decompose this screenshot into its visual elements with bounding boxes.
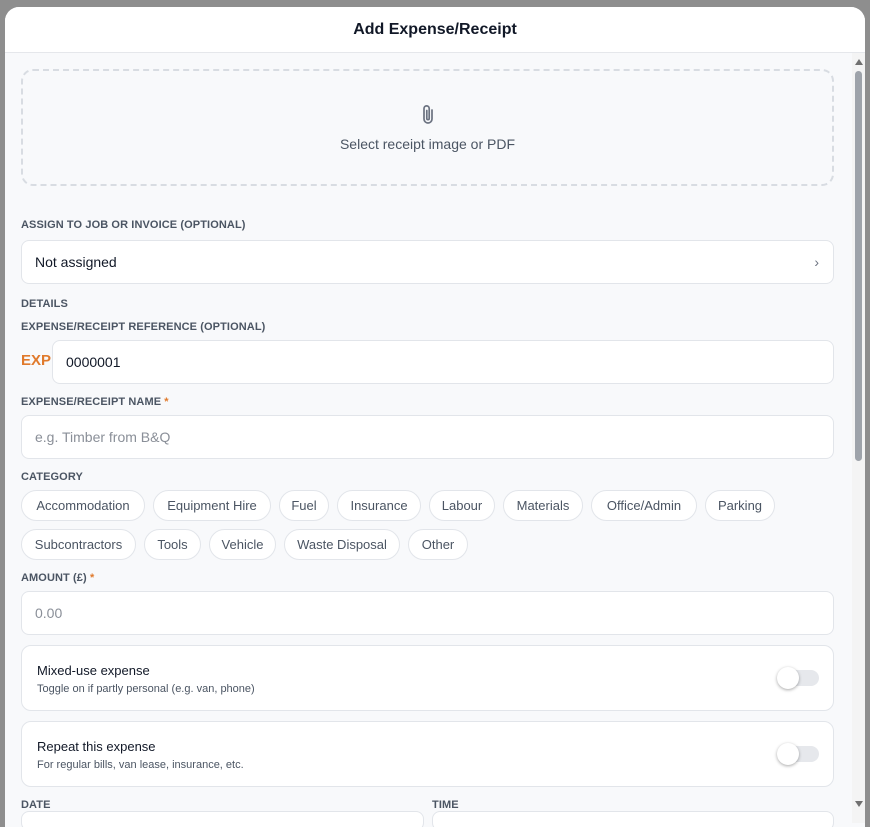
name-placeholder: e.g. Timber from B&Q bbox=[35, 429, 171, 445]
modal-title: Add Expense/Receipt bbox=[353, 20, 517, 38]
mixed-use-title: Mixed-use expense bbox=[37, 663, 150, 678]
mixed-use-toggle[interactable] bbox=[777, 667, 819, 689]
assign-value: Not assigned bbox=[35, 254, 117, 270]
amount-placeholder: 0.00 bbox=[35, 605, 63, 621]
category-office-admin[interactable]: Office/Admin bbox=[591, 490, 697, 521]
reference-value: 0000001 bbox=[66, 354, 121, 370]
category-fuel[interactable]: Fuel bbox=[279, 490, 329, 521]
required-mark: * bbox=[164, 396, 169, 408]
category-insurance[interactable]: Insurance bbox=[337, 490, 421, 521]
repeat-toggle[interactable] bbox=[777, 743, 819, 765]
amount-input[interactable]: 0.00 bbox=[21, 591, 834, 635]
repeat-title: Repeat this expense bbox=[37, 739, 156, 754]
category-tools[interactable]: Tools bbox=[144, 529, 201, 560]
chevron-right-icon: › bbox=[814, 254, 819, 270]
mixed-use-subtitle: Toggle on if partly personal (e.g. van, … bbox=[37, 683, 255, 695]
category-subcontractors[interactable]: Subcontractors bbox=[21, 529, 136, 560]
category-materials[interactable]: Materials bbox=[503, 490, 583, 521]
mixed-use-card: Mixed-use expense Toggle on if partly pe… bbox=[21, 645, 834, 711]
category-equipment-hire[interactable]: Equipment Hire bbox=[153, 490, 271, 521]
time-label: TIME bbox=[432, 799, 459, 811]
category-accommodation[interactable]: Accommodation bbox=[21, 490, 145, 521]
category-other[interactable]: Other bbox=[408, 529, 468, 560]
reference-prefix: EXP bbox=[21, 352, 52, 369]
amount-label: AMOUNT (£) * bbox=[21, 572, 95, 584]
expense-name-input[interactable]: e.g. Timber from B&Q bbox=[21, 415, 834, 459]
category-label: CATEGORY bbox=[21, 471, 83, 483]
reference-label: EXPENSE/RECEIPT REFERENCE (OPTIONAL) bbox=[21, 321, 266, 333]
category-labour[interactable]: Labour bbox=[429, 490, 495, 521]
assign-label: ASSIGN TO JOB OR INVOICE (OPTIONAL) bbox=[21, 219, 246, 231]
time-input[interactable] bbox=[432, 811, 834, 827]
name-label: EXPENSE/RECEIPT NAME * bbox=[21, 396, 169, 408]
repeat-subtitle: For regular bills, van lease, insurance,… bbox=[37, 759, 244, 771]
toggle-knob bbox=[777, 743, 799, 765]
scroll-thumb[interactable] bbox=[855, 71, 862, 461]
receipt-upload-dropzone[interactable]: Select receipt image or PDF bbox=[21, 69, 834, 186]
modal-header: Add Expense/Receipt bbox=[5, 7, 865, 53]
date-label: DATE bbox=[21, 799, 51, 811]
details-section-label: DETAILS bbox=[21, 298, 68, 310]
required-mark: * bbox=[89, 572, 95, 584]
upload-label: Select receipt image or PDF bbox=[339, 135, 516, 152]
category-waste-disposal[interactable]: Waste Disposal bbox=[284, 529, 400, 560]
reference-input[interactable]: 0000001 bbox=[52, 340, 834, 384]
scrollbar[interactable] bbox=[852, 53, 865, 823]
toggle-knob bbox=[777, 667, 799, 689]
scroll-up-arrow-icon[interactable] bbox=[855, 59, 863, 65]
repeat-expense-card: Repeat this expense For regular bills, v… bbox=[21, 721, 834, 787]
category-vehicle[interactable]: Vehicle bbox=[209, 529, 276, 560]
paperclip-icon bbox=[420, 104, 436, 126]
add-expense-modal: Add Expense/Receipt Select receipt image… bbox=[5, 7, 865, 827]
scroll-down-arrow-icon[interactable] bbox=[855, 801, 863, 807]
assign-job-select[interactable]: Not assigned › bbox=[21, 240, 834, 284]
date-input[interactable] bbox=[21, 811, 424, 827]
category-parking[interactable]: Parking bbox=[705, 490, 775, 521]
